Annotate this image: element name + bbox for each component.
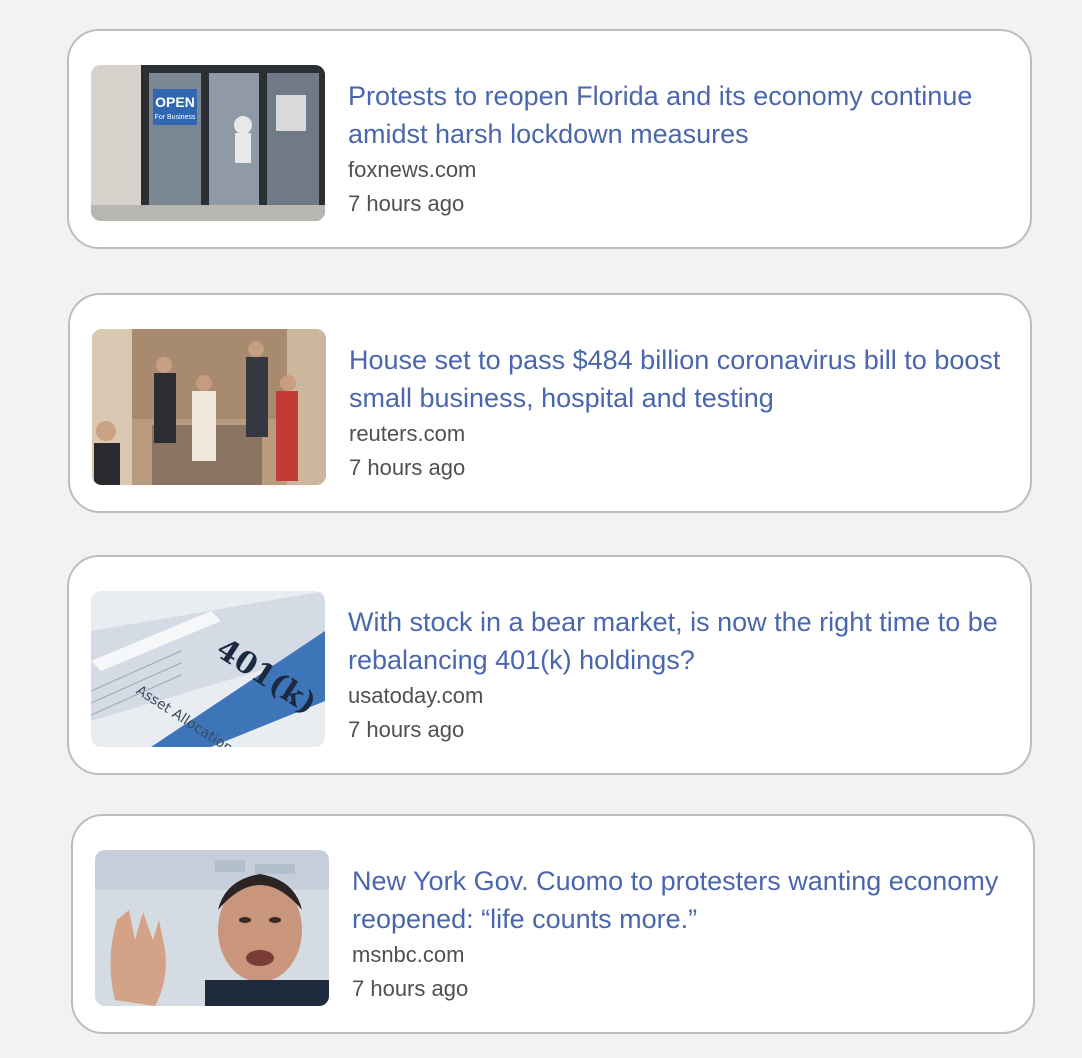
article-headline[interactable]: Protests to reopen Florida and its econo…: [348, 77, 1008, 153]
article-thumbnail[interactable]: [95, 850, 329, 1006]
article-headline[interactable]: With stock in a bear market, is now the …: [348, 603, 1008, 679]
sign-text-business: For Business: [155, 114, 196, 121]
article-source: msnbc.com: [352, 942, 465, 967]
news-card[interactable]: House set to pass $484 billion coronavir…: [68, 293, 1032, 513]
article-source: foxnews.com: [348, 157, 477, 182]
article-thumbnail[interactable]: [92, 329, 326, 485]
article-headline[interactable]: House set to pass $484 billion coronavir…: [349, 341, 1009, 417]
article-source: usatoday.com: [348, 683, 484, 708]
news-card[interactable]: OPEN For Business Protests to reopen Flo…: [67, 29, 1032, 249]
article-timestamp: 7 hours ago: [348, 191, 465, 216]
article-timestamp: 7 hours ago: [349, 455, 466, 480]
article-thumbnail[interactable]: 401(k) Asset Allocation: [91, 591, 325, 747]
news-card[interactable]: 401(k) Asset Allocation With stock in a …: [67, 555, 1032, 775]
news-card[interactable]: New York Gov. Cuomo to protesters wantin…: [71, 814, 1035, 1034]
article-timestamp: 7 hours ago: [348, 717, 465, 742]
article-timestamp: 7 hours ago: [352, 976, 469, 1001]
article-source: reuters.com: [349, 421, 466, 446]
sign-text-open: OPEN: [155, 94, 195, 110]
article-headline[interactable]: New York Gov. Cuomo to protesters wantin…: [352, 862, 1012, 938]
article-thumbnail[interactable]: OPEN For Business: [91, 65, 325, 221]
